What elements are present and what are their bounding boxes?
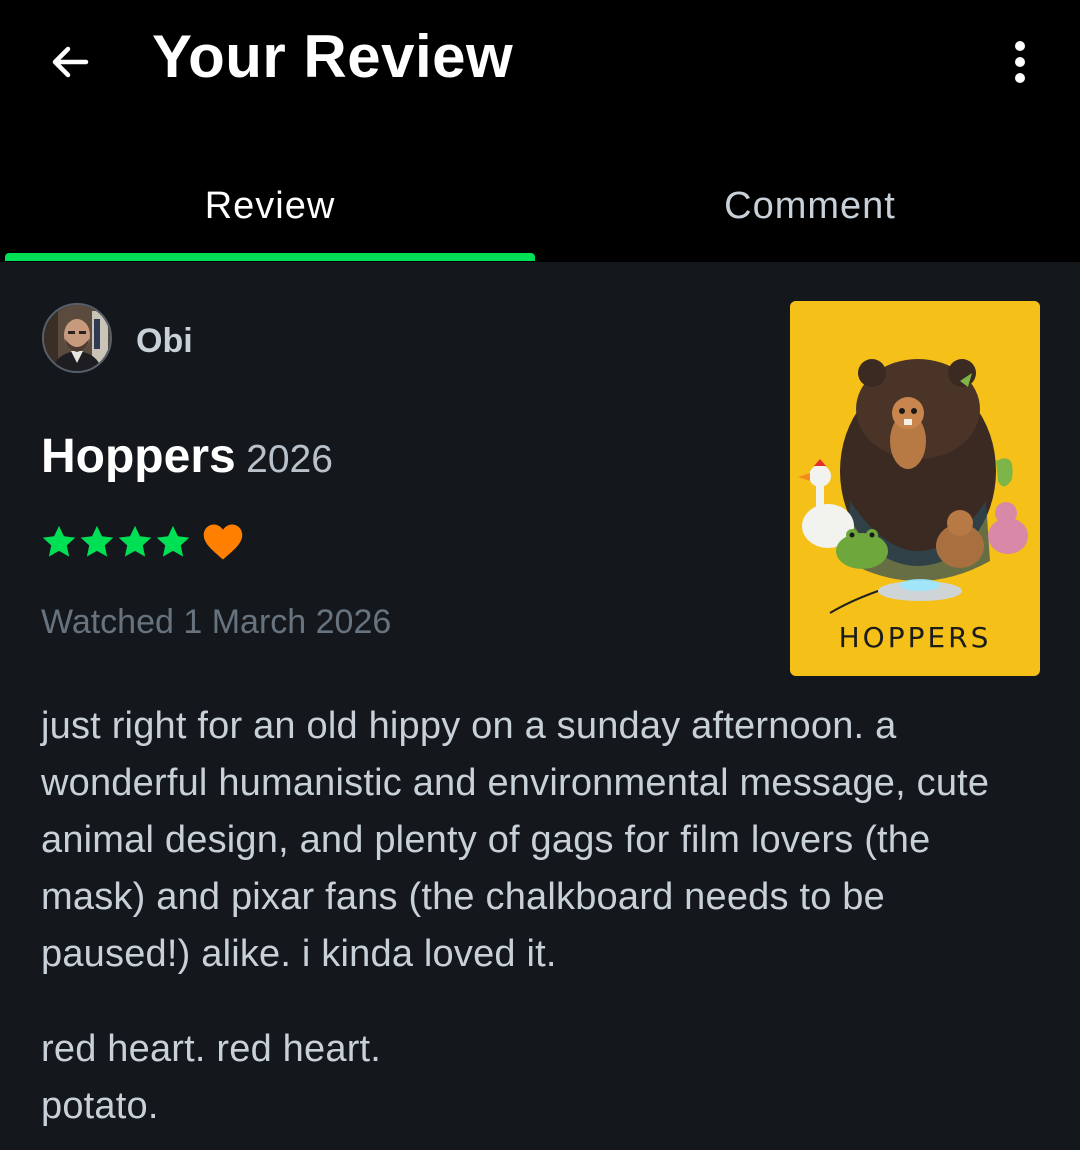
film-poster[interactable]: HOPPERS <box>790 301 1040 676</box>
review-body: just right for an old hippy on a sunday … <box>41 698 1041 1135</box>
poster-artwork <box>790 301 1040 621</box>
film-year[interactable]: 2026 <box>246 438 333 481</box>
tab-comment[interactable]: Comment <box>540 160 1080 252</box>
arrow-left-icon <box>52 46 89 78</box>
film-title[interactable]: Hoppers <box>41 430 236 483</box>
more-options-button[interactable] <box>992 30 1048 94</box>
star-rating <box>40 520 244 564</box>
review-line: red heart. red heart. <box>41 1028 382 1070</box>
heart-icon <box>203 524 243 560</box>
review-line: potato. <box>41 1085 159 1127</box>
tab-review[interactable]: Review <box>0 160 540 252</box>
review-screen: Your Review Review Comment Obi Hoppers 2… <box>0 0 1080 1150</box>
star-icon <box>42 525 76 557</box>
more-vertical-icon <box>1015 41 1025 83</box>
tab-bar: Review Comment <box>0 160 1080 260</box>
star-icon <box>118 525 152 557</box>
film-heading: Hoppers 2026 <box>41 426 333 499</box>
watched-date: Watched 1 March 2026 <box>41 603 392 641</box>
active-tab-indicator <box>5 253 535 261</box>
app-header: Your Review Review Comment <box>0 0 1080 262</box>
star-icon <box>80 525 114 557</box>
star-icon <box>156 525 190 557</box>
review-paragraph: just right for an old hippy on a sunday … <box>41 705 990 975</box>
reviewer-name[interactable]: Obi <box>136 320 193 362</box>
avatar-photo <box>44 305 110 371</box>
page-title: Your Review <box>152 23 514 90</box>
avatar[interactable] <box>42 303 112 373</box>
back-button[interactable] <box>38 30 102 94</box>
poster-title: HOPPERS <box>838 621 992 654</box>
